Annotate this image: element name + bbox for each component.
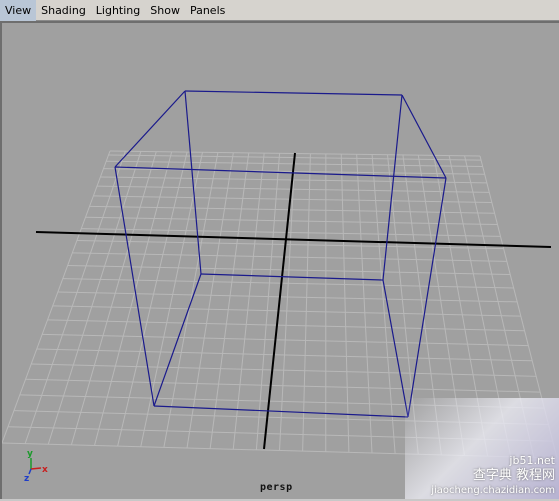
- grid-axis-z: [264, 153, 295, 449]
- cube-edge: [185, 91, 201, 274]
- cube-wireframe[interactable]: [115, 91, 446, 417]
- menu-shading[interactable]: Shading: [36, 0, 91, 21]
- axis-gizmo: y x z: [24, 449, 48, 484]
- cube-edge: [115, 167, 154, 406]
- grid-line: [48, 151, 141, 444]
- gizmo-y-label: y: [27, 449, 33, 459]
- cube-edge: [185, 91, 402, 95]
- gizmo-z-axis: [29, 469, 31, 474]
- menu-show[interactable]: Show: [145, 0, 185, 21]
- grid-line: [25, 151, 125, 443]
- gizmo-x-label: x: [42, 465, 48, 475]
- camera-name-label: persp: [260, 482, 293, 493]
- menu-panels[interactable]: Panels: [185, 0, 230, 21]
- grid-line: [2, 151, 110, 443]
- gizmo-x-axis: [31, 468, 41, 469]
- site-watermark: 查字典 教程网 jiaocheng.chazidian.com jb51.net: [405, 398, 559, 499]
- grid-line: [210, 153, 249, 449]
- watermark-corner-text: jb51.net: [509, 454, 555, 467]
- panel-menubar: View Shading Lighting Show Panels: [0, 0, 559, 21]
- menu-lighting[interactable]: Lighting: [91, 0, 145, 21]
- cube-edge: [383, 95, 402, 280]
- grid-line: [341, 154, 349, 452]
- grid-line: [303, 154, 311, 451]
- menu-view[interactable]: View: [0, 0, 36, 21]
- watermark-line-2: jiaocheng.chazidian.com: [431, 485, 555, 496]
- grid-line: [71, 152, 156, 445]
- cube-edge: [201, 274, 383, 280]
- grid-line: [280, 154, 296, 451]
- grid-line: [357, 154, 372, 453]
- gizmo-z-label: z: [24, 474, 29, 484]
